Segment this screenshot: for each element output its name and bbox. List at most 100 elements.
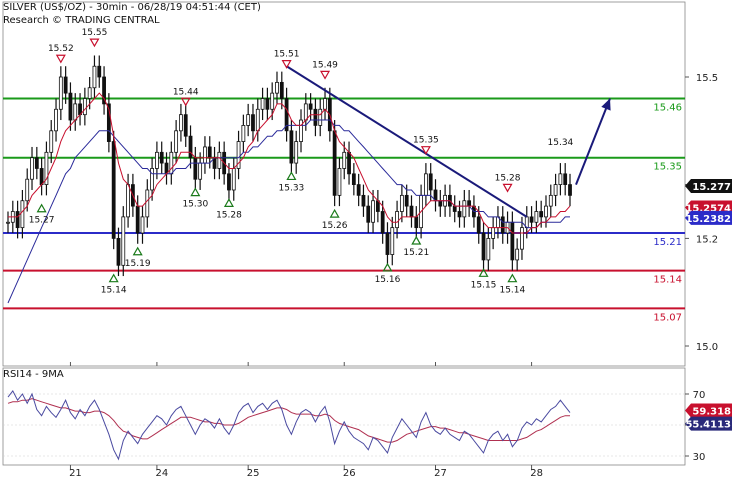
pivot-high-label: 15.49	[312, 60, 338, 70]
price-candle	[399, 194, 404, 212]
price-candle	[303, 103, 308, 121]
price-candle	[217, 151, 222, 169]
pivot-high-label: 15.51	[274, 50, 300, 60]
current-price-tag-text: 15.277	[692, 182, 731, 193]
price-candle	[500, 216, 505, 234]
ma-slow-tag: 15.2382	[685, 210, 732, 225]
level-label: 15.46	[653, 103, 682, 114]
level-label: 15.14	[653, 275, 682, 286]
price-candle	[159, 151, 164, 164]
price-candle	[361, 194, 366, 207]
y-tick-label: 15.2	[696, 234, 718, 245]
chart-title: SILVER (US$/OZ) - 30min - 06/28/19 04:51…	[3, 2, 261, 13]
price-candle	[548, 194, 553, 207]
price-candle	[371, 200, 375, 223]
price-candle	[318, 108, 323, 126]
pivot-high-label: 15.28	[495, 173, 521, 183]
price-candle	[351, 173, 356, 185]
current-price-tag: 15.277	[685, 178, 732, 193]
x-tick-label: 26	[343, 468, 356, 479]
price-candle	[356, 184, 361, 196]
price-candle	[491, 227, 496, 239]
price-candle	[553, 184, 558, 196]
price-candle	[515, 248, 520, 261]
price-candle	[409, 205, 414, 218]
price-candle	[150, 168, 155, 191]
x-tick-label: 24	[156, 468, 169, 479]
rsi-tag: 59.318	[685, 403, 732, 418]
price-candle	[227, 173, 231, 191]
price-candle	[423, 173, 428, 196]
ma-slow-tag-text: 15.2382	[685, 214, 731, 225]
pivot-high-label: 15.35	[413, 136, 439, 146]
price-candle	[299, 119, 303, 142]
price-candle	[308, 103, 313, 110]
pivot-low-label: 15.16	[375, 275, 401, 285]
rsi-ma-tag-text: 55.4113	[685, 420, 731, 431]
price-candle	[395, 211, 399, 229]
rsi-tag-text: 59.318	[692, 407, 731, 418]
x-tick-label: 27	[434, 468, 447, 479]
chart-background	[0, 0, 735, 480]
price-candle	[73, 103, 78, 121]
price-candle	[275, 81, 279, 94]
price-candle	[179, 114, 183, 132]
level-label: 15.21	[653, 237, 682, 248]
pivot-low-label: 15.27	[29, 216, 55, 226]
x-tick-label: 28	[530, 468, 543, 479]
price-candle	[428, 173, 433, 191]
level-label: 15.07	[653, 312, 682, 323]
price-candle	[15, 211, 20, 229]
rsi-y-tick-label: 70	[693, 390, 706, 401]
price-candle	[251, 114, 255, 132]
price-candle	[111, 141, 116, 239]
pivot-high-label: 15.44	[173, 87, 199, 97]
target-label: 15.34	[548, 138, 574, 148]
price-candle	[174, 130, 179, 153]
price-candle	[34, 157, 39, 169]
rsi-y-tick-label: 30	[693, 452, 706, 463]
price-candle	[294, 141, 299, 164]
price-candle	[39, 168, 44, 186]
price-candle	[183, 114, 188, 137]
price-candle	[457, 211, 462, 218]
price-candle	[332, 130, 337, 196]
price-candle	[260, 98, 265, 110]
price-candle	[337, 168, 342, 196]
price-candle	[390, 227, 395, 255]
price-candle	[452, 205, 457, 212]
chart-source: Research © TRADING CENTRAL	[3, 15, 160, 26]
price-candle	[385, 232, 390, 255]
price-candle	[193, 157, 198, 180]
price-candle	[169, 151, 174, 175]
pivot-low-label: 15.28	[216, 210, 242, 220]
price-candle	[140, 216, 145, 234]
pivot-low-label: 15.26	[322, 221, 348, 231]
price-candle	[289, 130, 294, 164]
price-candle	[265, 98, 270, 110]
price-candle	[155, 151, 159, 169]
y-tick-label: 15.0	[696, 342, 718, 353]
rsi-ma-tag: 55.4113	[685, 416, 732, 431]
price-candle	[20, 200, 25, 229]
price-candle	[49, 130, 54, 153]
price-candle	[198, 162, 203, 180]
price-candle	[563, 173, 568, 185]
price-candle	[68, 92, 73, 121]
price-candle	[529, 216, 534, 223]
price-candle	[246, 114, 251, 126]
pivot-low-label: 15.15	[471, 280, 497, 290]
price-candle	[116, 237, 121, 266]
price-candle	[539, 211, 544, 218]
price-candle	[82, 98, 87, 116]
price-candle	[255, 108, 260, 132]
price-candle	[87, 87, 92, 99]
price-candle	[414, 216, 419, 229]
price-candle	[135, 205, 140, 234]
price-candle	[462, 200, 467, 218]
price-candle	[58, 76, 63, 110]
price-candle	[97, 65, 102, 78]
level-label: 15.35	[653, 162, 682, 173]
price-candle	[558, 173, 563, 185]
x-tick-label: 21	[69, 468, 82, 479]
